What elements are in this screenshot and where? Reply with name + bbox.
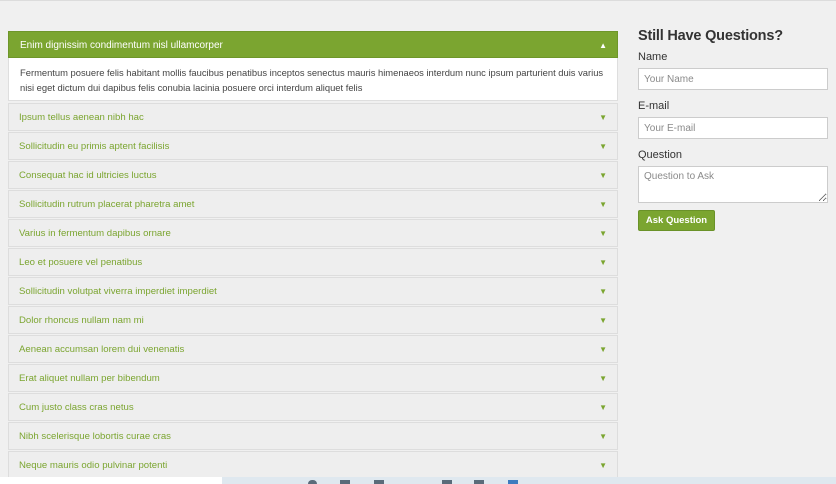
accordion-header-title: Enim dignissim condimentum nisl ullamcor… [20,40,223,51]
chevron-down-icon[interactable]: ▼ [599,104,607,131]
chevron-down-icon[interactable]: ▼ [599,249,607,276]
question-form: Still Have Questions? Name E-mail Questi… [638,28,828,231]
chevron-down-icon[interactable]: ▼ [599,394,607,421]
accordion-panel-text: Fermentum posuere felis habitant mollis … [20,67,604,93]
accordion-item-title: Nibh scelerisque lobortis curae cras [19,431,171,442]
accordion-item-title: Aenean accumsan lorem dui venenatis [19,344,185,355]
accordion-item[interactable]: Aenean accumsan lorem dui venenatis ▼ [8,335,618,363]
accordion-item[interactable]: Sollicitudin eu primis aptent facilisis ▼ [8,132,618,160]
accordion-item-title: Leo et posuere vel penatibus [19,257,143,268]
email-input[interactable] [638,117,828,139]
chevron-down-icon[interactable]: ▼ [599,162,607,189]
chevron-up-icon[interactable]: ▲ [599,32,607,59]
question-label: Question [638,149,683,161]
chevron-down-icon[interactable]: ▼ [599,336,607,363]
chevron-down-icon[interactable]: ▼ [599,220,607,247]
accordion-item-title: Varius in fermentum dapibus ornare [19,228,171,239]
chevron-down-icon[interactable]: ▼ [599,307,607,334]
email-label: E-mail [638,100,670,112]
taskbar-app-icon[interactable] [474,480,484,484]
accordion-item[interactable]: Cum justo class cras netus ▼ [8,393,618,421]
accordion-item-title: Sollicitudin rutrum placerat pharetra am… [19,199,195,210]
chevron-down-icon[interactable]: ▼ [599,365,607,392]
accordion-item-title: Dolor rhoncus nullam nam mi [19,315,144,326]
accordion-item[interactable]: Nibh scelerisque lobortis curae cras ▼ [8,422,618,450]
accordion-item-title: Ipsum tellus aenean nibh hac [19,112,144,123]
accordion-item[interactable]: Ipsum tellus aenean nibh hac ▼ [8,103,618,131]
question-textarea[interactable] [638,166,828,203]
name-input[interactable] [638,68,828,90]
faq-accordion: Enim dignissim condimentum nisl ullamcor… [8,31,618,479]
accordion-item-title: Sollicitudin eu primis aptent facilisis [19,141,170,152]
taskbar-app-icon[interactable] [508,480,518,484]
chevron-down-icon[interactable]: ▼ [599,423,607,450]
accordion-item[interactable]: Sollicitudin rutrum placerat pharetra am… [8,190,618,218]
ask-question-button[interactable]: Ask Question [638,210,715,231]
name-label: Name [638,51,668,63]
accordion-item[interactable]: Sollicitudin volutpat viverra imperdiet … [8,277,618,305]
accordion-item-title: Sollicitudin volutpat viverra imperdiet … [19,286,217,297]
accordion-item[interactable]: Leo et posuere vel penatibus ▼ [8,248,618,276]
chevron-down-icon[interactable]: ▼ [599,278,607,305]
chevron-down-icon[interactable]: ▼ [599,191,607,218]
taskbar-app-icon[interactable] [442,480,452,484]
accordion-panel-body: Fermentum posuere felis habitant mollis … [8,58,618,101]
form-heading: Still Have Questions? [638,28,783,44]
accordion-item[interactable]: Varius in fermentum dapibus ornare ▼ [8,219,618,247]
taskbar-strip [222,477,836,484]
accordion-item[interactable]: Consequat hac id ultricies luctus ▼ [8,161,618,189]
accordion-item-title: Neque mauris odio pulvinar potenti [19,460,168,471]
chevron-down-icon[interactable]: ▼ [599,133,607,160]
accordion-item[interactable]: Dolor rhoncus nullam nam mi ▼ [8,306,618,334]
accordion-item[interactable]: Erat aliquet nullam per bibendum ▼ [8,364,618,392]
chevron-down-icon[interactable]: ▼ [599,452,607,479]
accordion-item[interactable]: Neque mauris odio pulvinar potenti ▼ [8,451,618,479]
taskbar-app-icon[interactable] [340,480,350,484]
accordion-item-title: Erat aliquet nullam per bibendum [19,373,160,384]
accordion-item-title: Consequat hac id ultricies luctus [19,170,157,181]
top-divider [0,0,836,1]
taskbar-app-icon[interactable] [374,480,384,484]
accordion-item-title: Cum justo class cras netus [19,402,134,413]
accordion-header-open[interactable]: Enim dignissim condimentum nisl ullamcor… [8,31,618,58]
taskbar-app-icon[interactable] [308,480,317,484]
taskbar [0,477,836,484]
